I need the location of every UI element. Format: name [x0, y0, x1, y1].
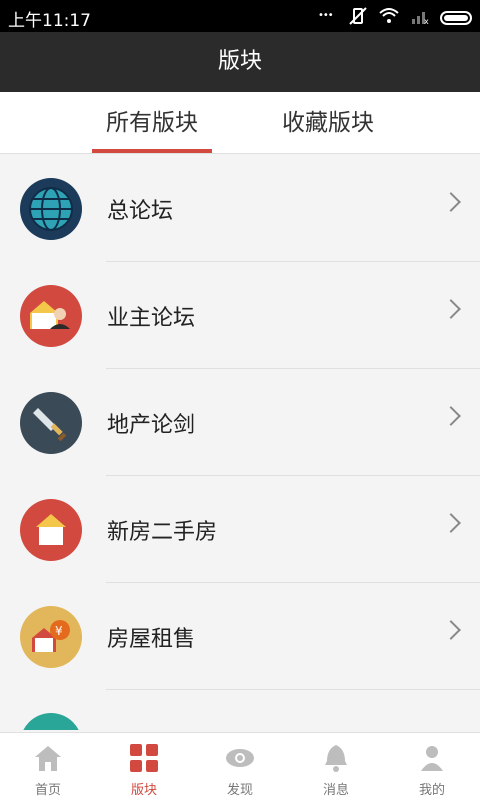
- tab-all-boards[interactable]: 所有版块: [92, 92, 212, 153]
- list-item[interactable]: 业主论坛: [0, 262, 480, 369]
- list-item[interactable]: 地产论剑: [0, 369, 480, 476]
- nav-messages-label: 消息: [322, 783, 349, 798]
- user-icon: [421, 746, 443, 771]
- nav-home[interactable]: 首页: [0, 733, 96, 801]
- tab-bar: 所有版块 收藏版块: [0, 92, 480, 154]
- sword-icon: [20, 392, 82, 454]
- bell-icon: [325, 745, 347, 772]
- title-bar: 版块: [0, 32, 480, 92]
- list-item-label: 房屋租售: [107, 627, 196, 652]
- board-list: 总论坛 业主论坛 地产论剑 新房二手房 ¥ 房屋租售: [0, 155, 480, 730]
- chevron-right-icon: [441, 299, 461, 319]
- list-item-label: 地产论剑: [107, 413, 196, 438]
- page-title: 版块: [217, 49, 262, 74]
- home-icon: [35, 746, 61, 771]
- chevron-right-icon: [441, 620, 461, 640]
- nav-boards-label: 版块: [130, 783, 157, 798]
- wifi-icon: [378, 7, 400, 29]
- active-tab-indicator: [92, 149, 212, 153]
- list-item[interactable]: 新房二手房: [0, 476, 480, 583]
- list-item-label: 业主论坛: [107, 306, 196, 331]
- bottom-nav: 首页 版块 发现 消息 我的: [0, 732, 480, 801]
- nav-boards[interactable]: 版块: [96, 733, 192, 801]
- nav-mine[interactable]: 我的: [384, 733, 480, 801]
- nav-home-label: 首页: [34, 783, 61, 798]
- chevron-right-icon: [441, 406, 461, 426]
- owner-icon: [20, 285, 82, 347]
- nav-messages[interactable]: 消息: [288, 733, 384, 801]
- chevron-right-icon: [441, 513, 461, 533]
- svg-text:¥: ¥: [55, 624, 63, 638]
- grid-icon: [130, 744, 158, 772]
- tab-favorite-boards[interactable]: 收藏版块: [268, 92, 388, 153]
- battery-icon: [440, 11, 472, 25]
- nav-discover-label: 发现: [226, 783, 253, 798]
- chevron-right-icon: [441, 192, 461, 212]
- nav-discover[interactable]: 发现: [192, 733, 288, 801]
- svg-text:x: x: [424, 17, 429, 25]
- rent-icon: ¥: [20, 606, 82, 668]
- vibrate-off-icon: [348, 6, 368, 30]
- status-bar: 上午11:17 x: [0, 0, 480, 32]
- list-item[interactable]: 总论坛: [0, 155, 480, 262]
- status-icons: x: [318, 6, 472, 30]
- board-icon: [20, 713, 82, 730]
- nav-mine-label: 我的: [418, 783, 445, 798]
- signal-icon: x: [410, 7, 430, 29]
- eye-icon: [226, 749, 254, 767]
- globe-icon: [20, 178, 82, 240]
- house-icon: [20, 499, 82, 561]
- list-item-label: 新房二手房: [107, 520, 218, 545]
- list-item-label: 总论坛: [107, 199, 174, 224]
- list-item-partial[interactable]: [0, 690, 480, 730]
- list-item[interactable]: ¥ 房屋租售: [0, 583, 480, 690]
- more-dots-icon: [318, 8, 338, 28]
- status-time: 上午11:17: [8, 11, 91, 31]
